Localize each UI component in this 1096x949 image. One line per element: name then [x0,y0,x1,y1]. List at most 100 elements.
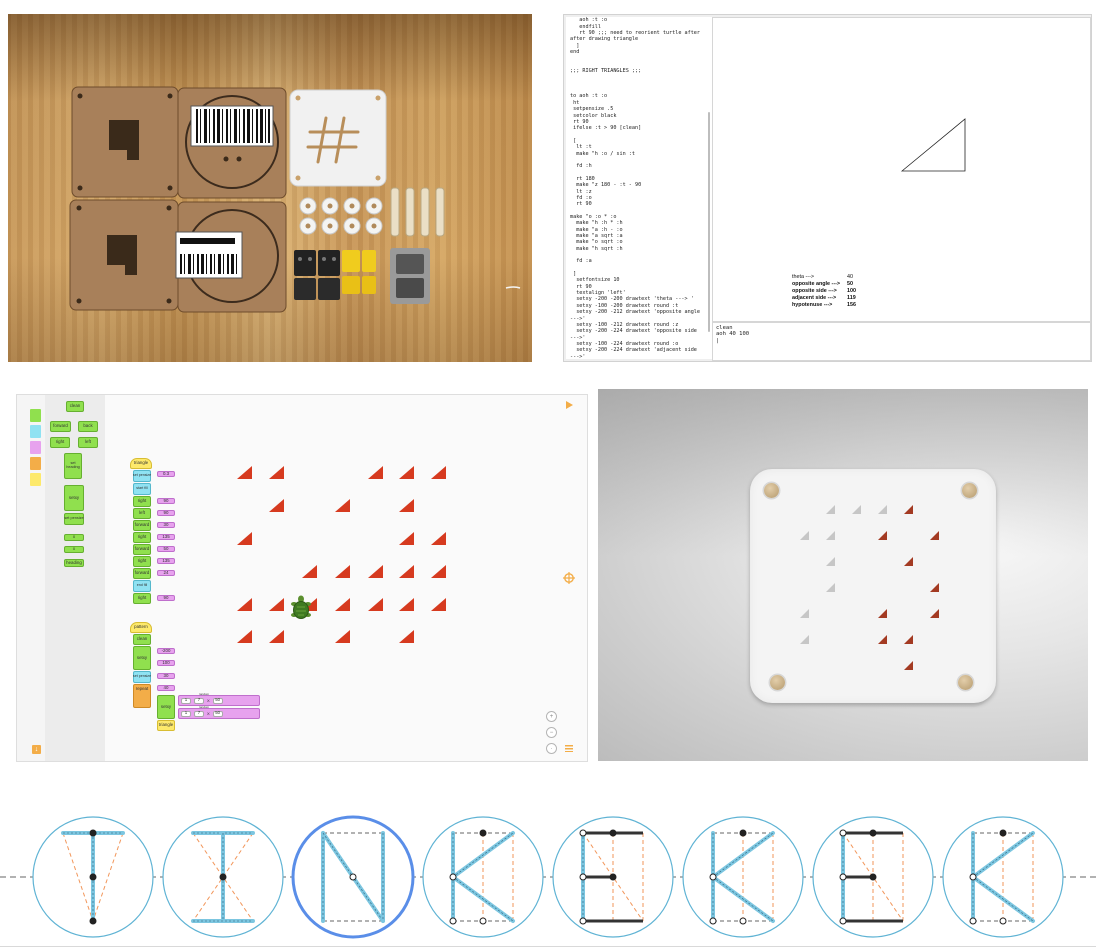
triangle-row-2[interactable]: right [133,496,151,507]
category-pen[interactable] [30,425,41,438]
random-expr-b[interactable]: random 1 7 X 50 [178,706,260,719]
triangle-val-4[interactable]: 30 [157,522,175,528]
toolbox-reporter-b[interactable]: x [64,546,84,553]
stage-triangle [269,630,284,643]
triangle-row-6[interactable]: forward [133,544,151,555]
pin-up [878,505,887,514]
random-expr-a[interactable]: random 1 7 X 50 [178,693,260,706]
stage-triangle [237,630,252,643]
blocks-editor: ↓ clean forward back right left set head… [16,394,588,762]
category-control[interactable] [30,457,41,470]
letter-diagram [0,815,1096,939]
triangle-row-5[interactable]: right [133,532,151,543]
code-editor-pane[interactable]: starttil aoh :t :o endfill rt 90 ;;; nee… [566,17,713,359]
letter-node [839,829,847,837]
toolbox-setxy[interactable]: setxy [64,485,84,511]
proc-pattern-hat[interactable]: pattern [130,622,152,633]
rand-a-op: X [207,697,210,703]
letter-node [89,917,97,925]
stage-triangle [399,499,414,512]
stage-triangle [269,499,284,512]
menu-icon[interactable] [565,745,573,752]
recenter-icon[interactable] [563,572,575,584]
blocks-workspace[interactable]: triangle 0.3 set pensize start fill righ… [105,395,587,761]
pattern-row-0[interactable]: clean [133,634,151,645]
stage-triangle [335,565,350,578]
triangle-val-7[interactable]: 135 [157,558,175,564]
rand-a-num-3[interactable]: 50 [212,697,223,704]
triangle-val-6[interactable]: 50 [157,546,175,552]
pattern-row-4[interactable]: repeat [133,684,151,708]
pin-down [878,531,887,540]
pin-up [800,635,809,644]
pattern-val-3[interactable]: 30 [157,673,175,679]
pattern-row-5[interactable]: setxy [157,695,175,719]
category-motion[interactable] [30,409,41,422]
pattern-val-2[interactable]: 100 [157,660,175,666]
toolbox-left[interactable]: left [78,437,98,448]
triangle-val-8[interactable]: 24 [157,570,175,576]
pattern-row-6[interactable]: triangle [157,720,175,731]
zoom-reset-icon[interactable]: · [546,743,557,754]
run-icon[interactable] [566,401,573,409]
letter-node [479,917,487,925]
zoom-out-icon[interactable]: − [546,727,557,738]
letter-node [869,873,877,881]
toolbox-forward[interactable]: forward [50,421,71,432]
toolbox-right[interactable]: right [50,437,70,448]
triangle-row-8[interactable]: forward [133,568,151,579]
triangle-row-1[interactable]: start fill [133,483,151,495]
proc-triangle-hat[interactable]: triangle [130,458,152,469]
toolbox-reporter-a[interactable]: x [64,534,84,541]
pin-down [930,531,939,540]
rand-a-num-1[interactable]: 1 [181,697,191,704]
triangle-val-2[interactable]: 90 [157,498,175,504]
stage-triangle [431,565,446,578]
rand-b-num-2[interactable]: 7 [194,710,204,717]
toolbox-clean[interactable]: clean [66,401,84,412]
triangle-row-10[interactable]: right [133,593,151,604]
letter-node [839,873,847,881]
rand-a-num-2[interactable]: 7 [194,697,204,704]
corner-bolt [770,675,785,690]
triangle-row-3[interactable]: left [133,508,151,519]
toolbox-back[interactable]: back [78,421,98,432]
stage-triangle [399,532,414,545]
letter-node [969,917,977,925]
triangle-val-10[interactable]: 90 [157,595,175,601]
toolbox-setpensize[interactable]: set pensize [64,513,84,525]
triangle-row-9[interactable]: end fill [133,580,151,592]
rand-b-num-3[interactable]: 50 [212,710,223,717]
triangle-row-7[interactable]: right [133,556,151,567]
command-input[interactable]: clean aoh 40 100 | [712,322,1091,361]
toolbox-setheading[interactable]: set heading [64,453,82,479]
toolbox-heading[interactable]: heading [64,559,84,567]
letter-node [739,829,747,837]
pattern-row-1[interactable]: setxy [133,646,151,670]
code-text[interactable]: starttil aoh :t :o endfill rt 90 ;;; nee… [566,17,712,359]
triangle-row-4[interactable]: forward [133,520,151,531]
rand-b-num-1[interactable]: 1 [181,710,191,717]
stage-triangle [237,532,252,545]
triangle-val-5[interactable]: 135 [157,534,175,540]
pin-down [930,583,939,592]
download-icon[interactable]: ↓ [32,745,41,754]
pattern-val-4[interactable]: 40 [157,685,175,691]
letter-node [609,829,617,837]
pin-up [826,583,835,592]
stage-triangle [237,466,252,479]
triangle-row-0[interactable]: set pensize [133,470,151,482]
triangle-val-3[interactable]: 90 [157,510,175,516]
category-math[interactable] [30,441,41,454]
box-face [750,469,996,703]
pattern-val-1[interactable]: -200 [157,648,175,654]
product-photo [598,389,1088,761]
proc-triangle-arg[interactable]: 0.3 [157,471,175,477]
zoom-in-icon[interactable]: + [546,711,557,722]
category-procedures[interactable] [30,473,41,486]
pin-up [826,531,835,540]
code-scrollbar[interactable] [708,112,710,332]
pattern-row-3[interactable]: set pensize [133,671,151,683]
command-text[interactable]: clean aoh 40 100 | [713,323,1090,344]
letter-node [579,873,587,881]
